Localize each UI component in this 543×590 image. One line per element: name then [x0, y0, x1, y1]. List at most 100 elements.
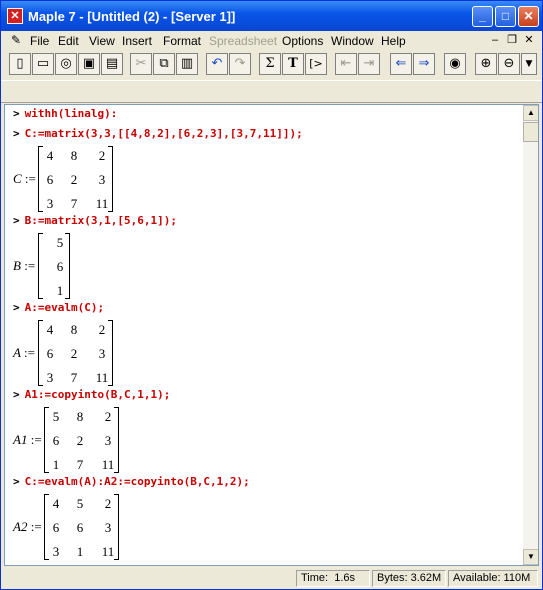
vertical-scrollbar[interactable]: ▲ ▼: [523, 105, 538, 565]
matrix-cell: 6: [46, 346, 54, 361]
input-line[interactable]: > C:=evalm(A):A2:=copyinto(B,C,1,2);: [13, 475, 250, 488]
matrix-cell: 7: [70, 196, 78, 211]
left-bracket: [38, 233, 43, 299]
stop-icon[interactable]: ◉: [444, 53, 466, 75]
matrix-cell: 3: [46, 370, 54, 385]
input-command[interactable]: B:=matrix(3,1,[5,6,1]);: [25, 214, 177, 227]
mdi-restore-button[interactable]: ❐: [504, 33, 520, 47]
new-file-icon[interactable]: ▯: [9, 53, 31, 75]
menu-help[interactable]: Help: [381, 34, 406, 48]
input-command[interactable]: A:=evalm(C);: [25, 301, 104, 314]
matrix-cell: 1: [52, 457, 60, 472]
back-arrow-icon[interactable]: ⇐: [390, 53, 412, 75]
indent-icon[interactable]: ⇥: [358, 53, 380, 75]
print-icon[interactable]: ▤: [101, 53, 123, 75]
toolbar-overflow-icon[interactable]: ▼: [521, 53, 537, 75]
matrix-cell: 5: [76, 496, 84, 511]
worksheet[interactable]: > withh(linalg): > C:=matrix(3,3,[[4,8,2],…: [4, 104, 539, 566]
matrix-cell: 8: [70, 148, 78, 163]
prompt: >: [13, 388, 20, 401]
redo-icon[interactable]: ↷: [229, 53, 251, 75]
minimize-button[interactable]: _: [472, 6, 493, 27]
matrix-cell: 2: [76, 433, 84, 448]
mdi-close-button[interactable]: ✕: [521, 33, 537, 47]
title-bar[interactable]: ✕ Maple 7 - [Untitled (2) - [Server 1]] …: [1, 1, 542, 31]
menu-format[interactable]: Format: [163, 34, 201, 48]
maple-window: ✕ Maple 7 - [Untitled (2) - [Server 1]] …: [0, 0, 543, 590]
menu-edit[interactable]: Edit: [58, 34, 79, 48]
menu-insert[interactable]: Insert: [122, 34, 152, 48]
right-bracket: [108, 320, 113, 386]
input-line[interactable]: > A:=evalm(C);: [13, 301, 104, 314]
output-label: B :=: [13, 258, 36, 273]
right-bracket: [114, 494, 119, 560]
cut-icon[interactable]: ✂: [130, 53, 152, 75]
maximize-button[interactable]: □: [495, 6, 516, 27]
insert-prompt-button[interactable]: [>: [305, 53, 327, 75]
menu-spreadsheet: Spreadsheet: [209, 34, 278, 48]
mdi-minimize-button[interactable]: –: [487, 33, 503, 47]
matrix-cell: 4: [46, 148, 54, 163]
matrix-cell: 1: [76, 544, 84, 559]
scroll-thumb[interactable]: [523, 122, 538, 142]
prompt: >: [13, 127, 20, 140]
prompt: >: [13, 475, 20, 488]
maple-leaf-icon[interactable]: ✕: [7, 8, 23, 24]
matrix-cell: 7: [76, 457, 84, 472]
text-input-button[interactable]: T: [282, 53, 304, 75]
input-line[interactable]: > withh(linalg):: [13, 107, 117, 120]
bytes-panel: Bytes: 3.62M: [372, 570, 446, 587]
toolbar: ▯ ▭ ◎ ▣ ▤ ✂ ⧉ ▥ ↶ ↷ Σ T [> ⇤ ⇥ ⇐ ⇒ ◉ ⊕ ⊖…: [1, 50, 542, 80]
input-line[interactable]: > A1:=copyinto(B,C,1,1);: [13, 388, 170, 401]
input-command[interactable]: C:=matrix(3,3,[[4,8,2],[6,2,3],[3,7,11]]…: [25, 127, 303, 140]
save-icon[interactable]: ▣: [78, 53, 100, 75]
status-bar: Time: 1.6s Bytes: 3.62M Available: 110M: [1, 568, 542, 589]
matrix-cell: 6: [52, 520, 60, 535]
copy-icon[interactable]: ⧉: [153, 53, 175, 75]
open-url-icon[interactable]: ◎: [55, 53, 77, 75]
document-icon[interactable]: ✎: [9, 33, 23, 47]
input-command[interactable]: A1:=copyinto(B,C,1,1);: [25, 388, 171, 401]
open-folder-icon[interactable]: ▭: [32, 53, 54, 75]
input-line[interactable]: > B:=matrix(3,1,[5,6,1]);: [13, 214, 177, 227]
input-command[interactable]: C:=evalm(A):A2:=copyinto(B,C,1,2);: [25, 475, 250, 488]
menu-window[interactable]: Window: [331, 34, 374, 48]
menu-options[interactable]: Options: [282, 34, 323, 48]
matrix-cell: 2: [70, 172, 78, 187]
prompt: >: [13, 301, 20, 314]
close-button[interactable]: ✕: [518, 6, 539, 27]
output-label: A :=: [13, 345, 35, 360]
matrix-cell: 6: [46, 172, 54, 187]
matrix-cell: 8: [76, 409, 84, 424]
menu-bar: ✎ File Edit View Insert Format Spreadshe…: [1, 31, 542, 50]
right-bracket: [108, 146, 113, 212]
right-bracket: [114, 407, 119, 473]
zoom-out-icon[interactable]: ⊖: [498, 53, 520, 75]
context-bar: [1, 80, 542, 103]
zoom-in-icon[interactable]: ⊕: [475, 53, 497, 75]
matrix-cell: 2: [70, 346, 78, 361]
outdent-icon[interactable]: ⇤: [335, 53, 357, 75]
matrix-cell: 5: [52, 409, 60, 424]
forward-arrow-icon[interactable]: ⇒: [413, 53, 435, 75]
available-panel: Available: 110M: [448, 570, 538, 587]
paste-icon[interactable]: ▥: [176, 53, 198, 75]
prompt: >: [13, 107, 20, 120]
time-label: Time:: [301, 572, 329, 584]
prompt: >: [13, 214, 20, 227]
matrix-cell: 8: [70, 322, 78, 337]
menu-file[interactable]: File: [30, 34, 49, 48]
menu-view[interactable]: View: [89, 34, 115, 48]
window-title: Maple 7 - [Untitled (2) - [Server 1]]: [28, 9, 236, 24]
input-command[interactable]: withh(linalg):: [25, 107, 118, 120]
output-label: C :=: [13, 171, 36, 186]
undo-icon[interactable]: ↶: [206, 53, 228, 75]
time-panel: Time: 1.6s: [296, 570, 370, 587]
output-label: A1 :=: [13, 432, 42, 447]
input-line[interactable]: > C:=matrix(3,3,[[4,8,2],[6,2,3],[3,7,11]…: [13, 127, 303, 140]
output-label: A2 :=: [13, 519, 42, 534]
time-value: 1.6s: [334, 572, 356, 584]
scroll-down-icon[interactable]: ▼: [523, 549, 538, 565]
scroll-up-icon[interactable]: ▲: [523, 105, 538, 121]
math-input-button[interactable]: Σ: [259, 53, 281, 75]
